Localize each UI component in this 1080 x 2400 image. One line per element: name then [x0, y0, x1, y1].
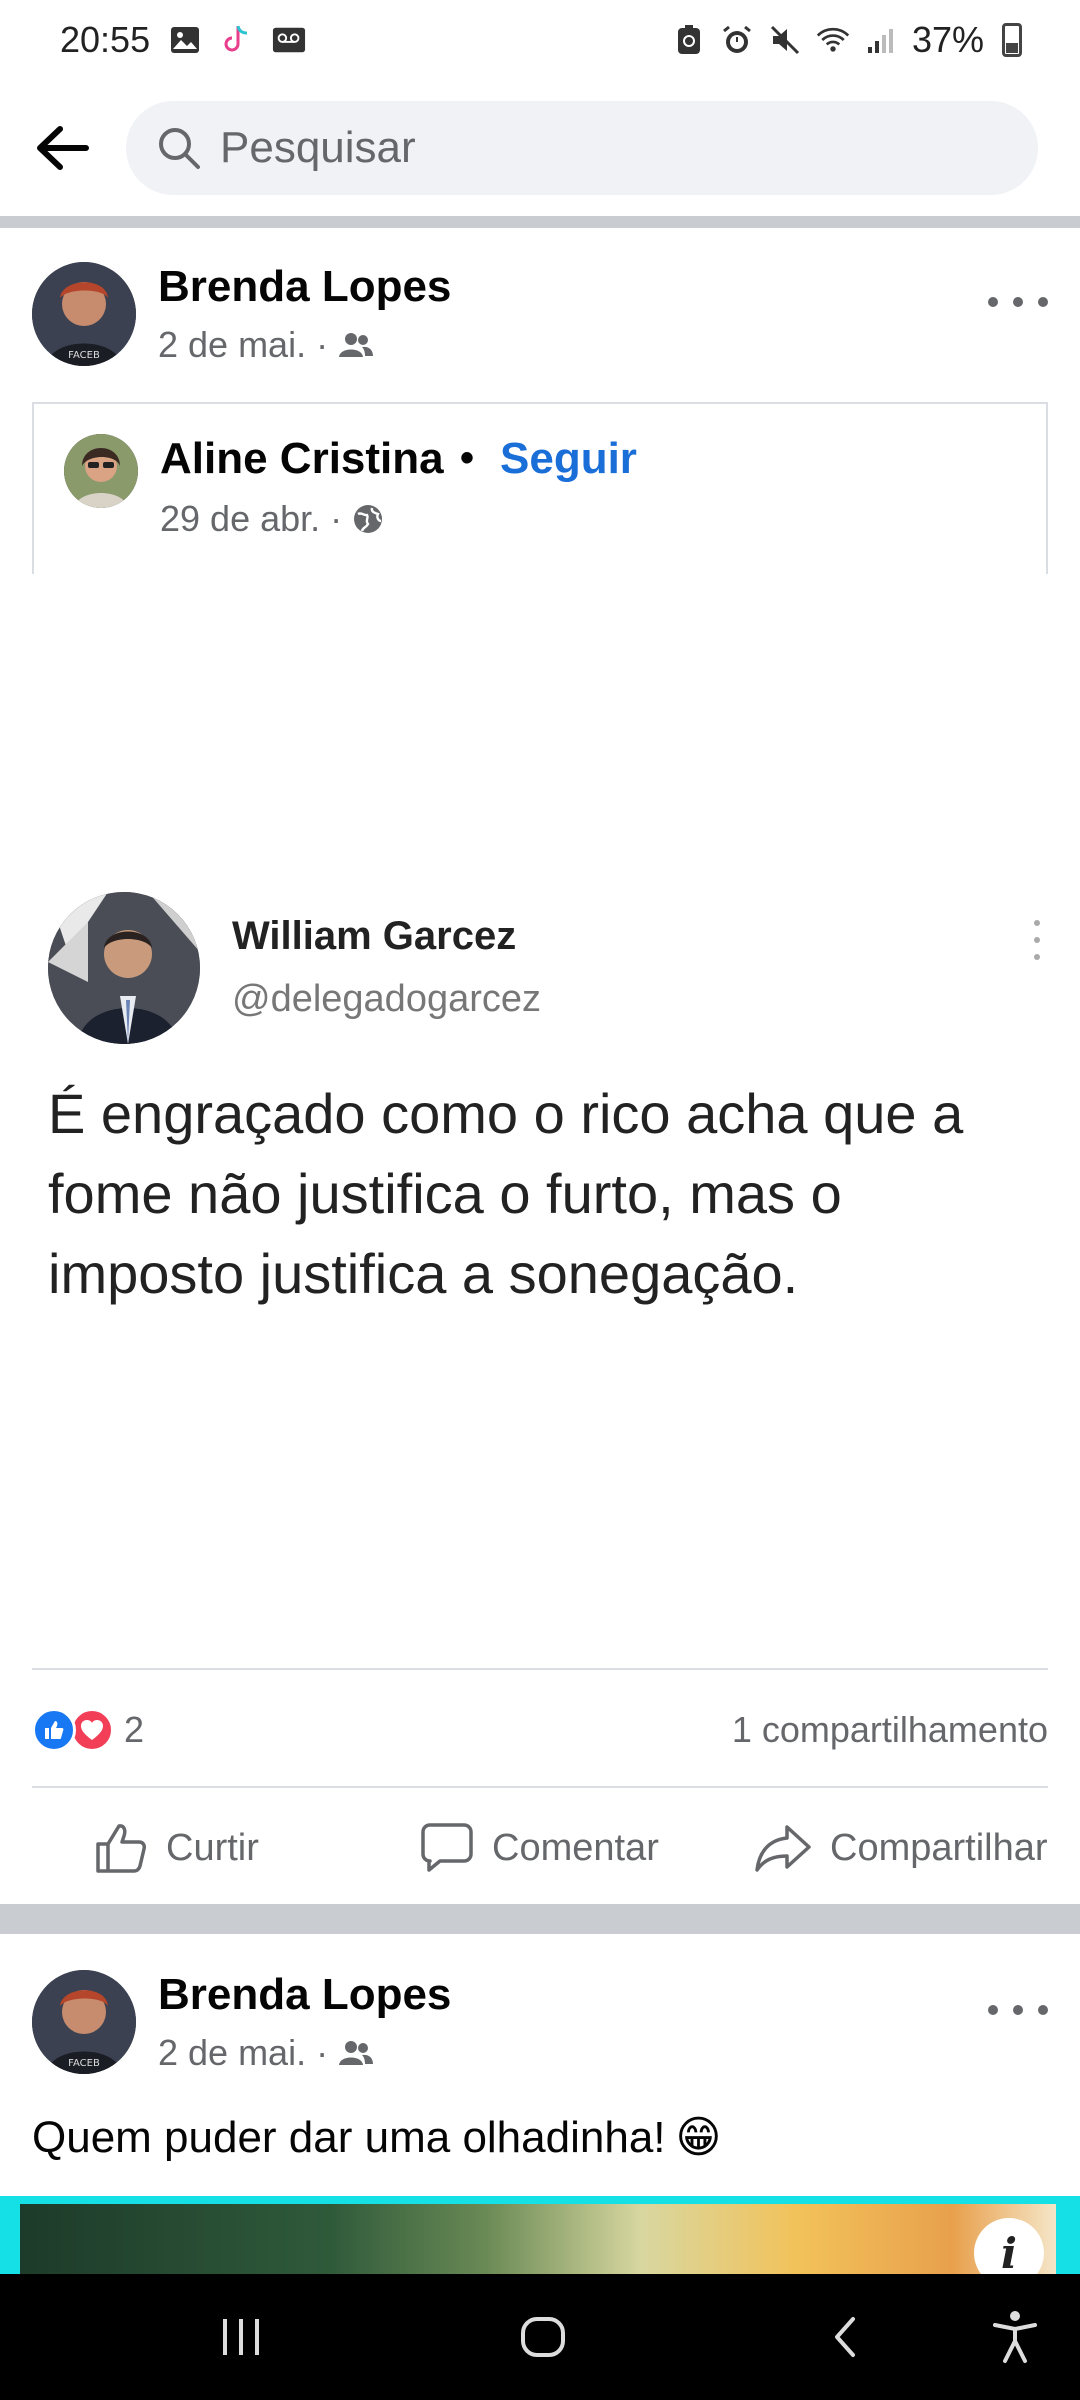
mute-icon — [768, 23, 802, 57]
like-label: Curtir — [166, 1826, 259, 1869]
action-divider — [32, 1786, 1048, 1788]
shared-date[interactable]: 29 de abr. — [160, 498, 320, 540]
post-image[interactable]: i — [0, 2196, 1080, 2288]
svg-text:FACEB: FACEB — [68, 2058, 100, 2069]
search-header — [0, 80, 1080, 216]
status-bar: 20:55 37% — [0, 0, 1080, 80]
post-image-content — [20, 2204, 1056, 2274]
signal-icon — [864, 23, 898, 57]
tweet-handle: @delegadogarcez — [232, 978, 542, 1020]
post-text: Quem puder dar uma olhadinha! 😁 — [32, 2112, 721, 2163]
shared-post-border — [32, 1668, 1048, 1670]
home-button[interactable] — [498, 2292, 588, 2382]
nfc-icon — [672, 23, 706, 57]
follow-button[interactable]: Seguir — [500, 434, 637, 484]
more-options-button[interactable] — [988, 1990, 1048, 2030]
battery-icon — [1002, 23, 1022, 57]
avatar[interactable]: FACEB — [32, 262, 136, 366]
reaction-count: 2 — [124, 1709, 145, 1750]
reactions-row: 2 1 compartilhamento — [32, 1700, 1048, 1760]
share-count[interactable]: 1 compartilhamento — [732, 1709, 1048, 1751]
share-icon — [755, 1825, 811, 1872]
meta-separator: · — [330, 498, 343, 539]
tweet-avatar — [48, 892, 200, 1044]
post-text-content: Quem puder dar uma olhadinha! — [32, 2112, 666, 2162]
tiktok-icon — [220, 23, 254, 57]
post-date[interactable]: 2 de mai. — [158, 324, 306, 366]
svg-text:FACEB: FACEB — [68, 350, 100, 361]
friends-icon — [339, 333, 374, 357]
comment-button[interactable]: Comentar — [420, 1800, 680, 1896]
post-actions: Curtir Comentar Compartilhar — [0, 1800, 1080, 1896]
chevron-left-icon — [835, 2317, 855, 2357]
comment-label: Comentar — [492, 1826, 659, 1869]
share-button[interactable]: Compartilhar — [754, 1800, 1064, 1896]
shared-image[interactable]: William Garcez @delegadogarcez É engraça… — [0, 574, 1080, 1668]
shared-author[interactable]: Aline Cristina — [160, 434, 444, 484]
grin-emoji: 😁 — [675, 2113, 722, 2162]
back-arrow-icon — [37, 126, 89, 170]
search-icon — [159, 128, 200, 169]
like-reaction-icon — [32, 1708, 76, 1752]
wifi-icon — [816, 23, 850, 57]
post-header: FACEB Brenda Lopes 2 de mai. · — [0, 1960, 1080, 2090]
shared-avatar[interactable] — [64, 434, 138, 508]
post-date[interactable]: 2 de mai. — [158, 2032, 306, 2074]
post-header: FACEB Brenda Lopes 2 de mai. · — [0, 252, 1080, 382]
search-box[interactable] — [126, 101, 1038, 195]
tweet-more-icon — [1032, 920, 1042, 960]
like-button[interactable]: Curtir — [94, 1800, 294, 1896]
meta-separator: · — [316, 324, 329, 365]
thumbs-up-icon — [96, 1824, 146, 1873]
post-separator — [0, 1904, 1080, 1934]
avatar[interactable]: FACEB — [32, 1970, 136, 2074]
back-nav-button[interactable] — [800, 2292, 890, 2382]
system-nav-bar — [0, 2274, 1080, 2400]
recent-apps-icon — [223, 2319, 259, 2355]
battery-percent: 37% — [911, 19, 984, 60]
status-time: 20:55 — [60, 19, 151, 60]
section-divider — [0, 216, 1080, 228]
shared-meta: 29 de abr. · — [160, 498, 384, 540]
friends-icon — [339, 2041, 374, 2065]
home-icon — [521, 2317, 565, 2357]
meta-separator: · — [316, 2032, 329, 2073]
tweet-author-name: William Garcez — [232, 914, 517, 958]
reaction-icons[interactable]: 2 — [32, 1708, 144, 1752]
more-options-button[interactable] — [988, 282, 1048, 322]
back-button[interactable] — [30, 116, 94, 180]
search-input[interactable] — [220, 123, 1000, 173]
comment-icon — [421, 1823, 473, 1872]
accessibility-button[interactable] — [970, 2292, 1060, 2382]
gallery-icon — [168, 23, 202, 57]
accessibility-icon — [993, 2311, 1037, 2363]
recent-apps-button[interactable] — [196, 2292, 286, 2382]
follow-bullet: • — [460, 436, 475, 480]
post-meta: 2 de mai. · — [158, 324, 374, 366]
post-meta: 2 de mai. · — [158, 2032, 374, 2074]
share-label: Compartilhar — [830, 1826, 1048, 1869]
voicemail-icon — [272, 23, 306, 57]
love-reaction-icon — [70, 1708, 114, 1752]
tweet-text: É engraçado como o rico acha que a fome … — [48, 1082, 964, 1305]
post-author[interactable]: Brenda Lopes — [158, 1970, 451, 2020]
globe-icon — [354, 505, 383, 533]
info-icon: i — [1001, 2228, 1017, 2278]
post-author[interactable]: Brenda Lopes — [158, 262, 451, 312]
alarm-icon — [720, 23, 754, 57]
